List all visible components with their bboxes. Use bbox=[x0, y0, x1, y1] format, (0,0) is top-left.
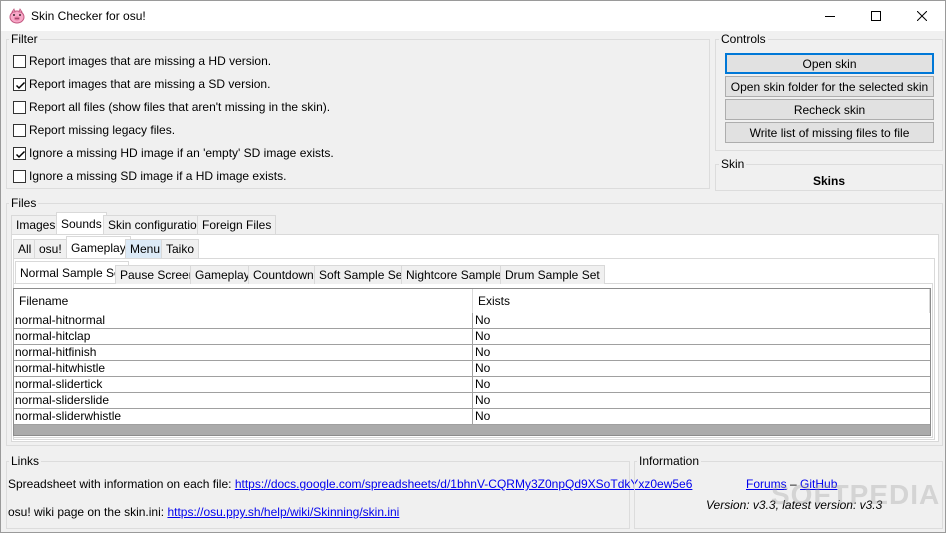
cell-divider bbox=[472, 345, 473, 360]
title-bar: Skin Checker for osu! bbox=[1, 1, 945, 31]
cell-divider bbox=[472, 409, 473, 424]
filter-option[interactable]: Report images that are missing a HD vers… bbox=[13, 53, 271, 69]
window-title: Skin Checker for osu! bbox=[31, 9, 146, 23]
tab-nightcore-samples[interactable]: Nightcore Samples bbox=[401, 265, 513, 284]
checkmark-icon bbox=[15, 150, 26, 158]
tab-foreign-files[interactable]: Foreign Files bbox=[197, 215, 277, 234]
exists-cell: No bbox=[475, 345, 491, 359]
tab-pause-screen[interactable]: Pause Screen bbox=[115, 265, 201, 284]
information-group-label: Information bbox=[637, 454, 702, 468]
table-row[interactable]: normal-hitfinish No bbox=[14, 345, 930, 361]
table-row[interactable]: normal-hitwhistle No bbox=[14, 361, 930, 377]
tab-mode-gameplay[interactable]: Gameplay bbox=[66, 236, 131, 258]
minimize-icon bbox=[825, 16, 835, 17]
maximize-button[interactable] bbox=[853, 1, 899, 31]
checkbox[interactable] bbox=[13, 100, 26, 114]
softpedia-watermark: SOFTPEDIA bbox=[771, 479, 941, 510]
exists-cell: No bbox=[475, 409, 491, 423]
table-row[interactable]: normal-slidertick No bbox=[14, 377, 930, 393]
tab-gameplay[interactable]: Gameplay bbox=[190, 265, 255, 284]
recheck-skin-button[interactable]: Recheck skin bbox=[725, 99, 934, 120]
table-row[interactable]: normal-sliderwhistle No bbox=[14, 409, 930, 425]
minimize-button[interactable] bbox=[807, 1, 853, 31]
checkmark-icon bbox=[15, 81, 26, 89]
filter-option[interactable]: Report all files (show files that aren't… bbox=[13, 99, 330, 115]
wiki-link[interactable]: https://osu.ppy.sh/help/wiki/Skinning/sk… bbox=[167, 505, 399, 519]
close-button[interactable] bbox=[899, 1, 945, 31]
controls-group-label: Controls bbox=[719, 32, 768, 46]
cell-divider bbox=[472, 329, 473, 344]
cell-divider bbox=[472, 361, 473, 376]
tab-mode-taiko[interactable]: Taiko bbox=[161, 239, 200, 258]
table-header: Filename Exists bbox=[14, 289, 930, 313]
filename-cell: normal-hitnormal bbox=[15, 313, 106, 327]
cell-divider bbox=[472, 393, 473, 408]
spreadsheet-line: Spreadsheet with information on each fil… bbox=[8, 477, 692, 491]
filter-option-label: Report all files (show files that aren't… bbox=[29, 100, 331, 114]
table-row[interactable]: normal-hitclap No bbox=[14, 329, 930, 345]
tab-skin-configuration[interactable]: Skin configuration bbox=[103, 215, 209, 234]
app-window: Skin Checker for osu! Filter Report imag… bbox=[0, 0, 946, 533]
tab-normal-sample-set[interactable]: Normal Sample Set bbox=[15, 261, 130, 283]
wiki-text: osu! wiki page on the skin.ini: bbox=[8, 505, 165, 519]
tab-mode-menu[interactable]: Menu bbox=[125, 239, 166, 258]
open-skin-folder-button[interactable]: Open skin folder for the selected skin bbox=[725, 76, 934, 97]
maximize-icon bbox=[871, 11, 881, 21]
filename-cell: normal-hitfinish bbox=[15, 345, 97, 359]
filter-option-label: Ignore a missing SD image if a HD image … bbox=[29, 169, 287, 183]
tab-sounds[interactable]: Sounds bbox=[56, 212, 107, 234]
exists-cell: No bbox=[475, 361, 491, 375]
filter-option-label: Report missing legacy files. bbox=[29, 123, 176, 137]
exists-cell: No bbox=[475, 377, 491, 391]
table-row[interactable]: normal-sliderslide No bbox=[14, 393, 930, 409]
column-header-exists[interactable]: Exists bbox=[473, 289, 930, 313]
cell-divider bbox=[472, 313, 473, 328]
files-table[interactable]: Filename Exists normal-hitnormal No normal… bbox=[13, 288, 931, 436]
checkbox-checked[interactable] bbox=[13, 146, 26, 160]
filter-option-label: Report images that are missing a SD vers… bbox=[29, 77, 271, 91]
column-header-filename[interactable]: Filename bbox=[14, 289, 473, 313]
spreadsheet-link[interactable]: https://docs.google.com/spreadsheets/d/1… bbox=[235, 477, 693, 491]
filter-option[interactable]: Ignore a missing HD image if an 'empty' … bbox=[13, 145, 334, 161]
spreadsheet-text: Spreadsheet with information on each fil… bbox=[8, 477, 232, 491]
wiki-line: osu! wiki page on the skin.ini: https://… bbox=[8, 505, 399, 519]
tab-mode-all[interactable]: All bbox=[13, 239, 37, 258]
write-missing-list-button[interactable]: Write list of missing files to file bbox=[725, 122, 934, 143]
filename-cell: normal-sliderslide bbox=[15, 393, 110, 407]
filename-cell: normal-slidertick bbox=[15, 377, 103, 391]
close-icon bbox=[917, 11, 927, 21]
cell-divider bbox=[472, 377, 473, 392]
filter-option-label: Ignore a missing HD image if an 'empty' … bbox=[29, 146, 334, 160]
links-group-label: Links bbox=[9, 454, 42, 468]
open-skin-button[interactable]: Open skin bbox=[725, 53, 934, 74]
filename-cell: normal-sliderwhistle bbox=[15, 409, 122, 423]
app-pig-icon bbox=[9, 8, 25, 24]
tab-countdown[interactable]: Countdown bbox=[248, 265, 319, 284]
skin-name: Skins bbox=[812, 174, 845, 188]
filter-group-label: Filter bbox=[9, 32, 40, 46]
checkbox[interactable] bbox=[13, 169, 26, 183]
files-group-label: Files bbox=[9, 196, 39, 210]
filter-option[interactable]: Report missing legacy files. bbox=[13, 122, 175, 138]
exists-cell: No bbox=[475, 329, 491, 343]
table-row[interactable]: normal-hitnormal No bbox=[14, 313, 930, 329]
checkbox-checked[interactable] bbox=[13, 77, 26, 91]
tab-drum-sample-set[interactable]: Drum Sample Set bbox=[500, 265, 605, 284]
filename-cell: normal-hitwhistle bbox=[15, 361, 106, 375]
filter-option-label: Report images that are missing a HD vers… bbox=[29, 54, 272, 68]
exists-cell: No bbox=[475, 313, 491, 327]
checkbox[interactable] bbox=[13, 54, 26, 68]
tab-images[interactable]: Images bbox=[11, 215, 61, 234]
tab-soft-sample-set[interactable]: Soft Sample Set bbox=[314, 265, 411, 284]
filter-option[interactable]: Report images that are missing a SD vers… bbox=[13, 76, 270, 92]
checkbox[interactable] bbox=[13, 123, 26, 137]
filename-cell: normal-hitclap bbox=[15, 329, 91, 343]
filter-option[interactable]: Ignore a missing SD image if a HD image … bbox=[13, 168, 286, 184]
skin-group-label: Skin bbox=[719, 157, 747, 171]
exists-cell: No bbox=[475, 393, 491, 407]
tab-mode-osu[interactable]: osu! bbox=[34, 239, 67, 258]
